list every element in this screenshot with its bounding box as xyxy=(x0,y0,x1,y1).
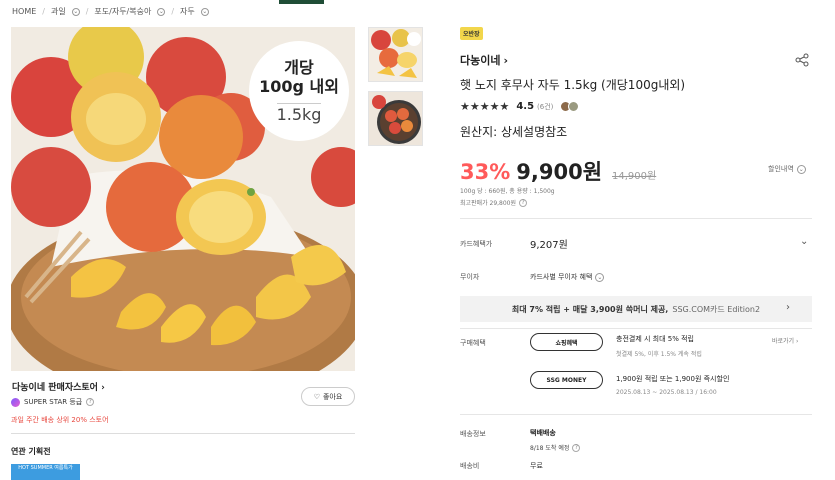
badge-line-2: 100g 내외 xyxy=(259,77,339,96)
chevron-down-icon[interactable]: ⌄ xyxy=(71,7,80,16)
shipping-method: 택배배송 xyxy=(530,429,556,437)
shipping-eta-text: 8/18 도착 예정 xyxy=(530,445,570,452)
shipping-eta: 8/18 도착 예정 ? xyxy=(530,443,581,452)
seller-link[interactable]: 다농이네 › xyxy=(460,52,508,68)
chevron-right-icon[interactable]: › xyxy=(786,302,790,313)
chevron-right-icon: › xyxy=(503,53,509,67)
chevron-down-icon: ⌄ xyxy=(595,272,605,282)
superstar-icon xyxy=(11,397,20,407)
help-icon[interactable]: ? xyxy=(572,443,581,452)
installment-label: 무이자 xyxy=(460,273,480,281)
thumbnail-2[interactable] xyxy=(368,91,423,146)
benefit-sub-text: 2025.08.13 ~ 2025.08.13 / 16:00 xyxy=(616,389,717,396)
breadcrumb-separator: / xyxy=(171,7,175,16)
ssg-money-pill[interactable]: SSG MONEY xyxy=(530,371,603,389)
sale-price: 9,900원 xyxy=(516,160,603,184)
card-benefit-price: 9,207원 xyxy=(530,240,568,251)
purchase-benefit-label: 구매혜택 xyxy=(460,339,486,347)
review-count: (6건) xyxy=(537,102,554,111)
benefit-sub-text: 첫결제 5%, 이후 1.5% 계속 적립 xyxy=(616,351,702,358)
highest-sale-price-label: 최고판매가 29,800원 xyxy=(460,200,517,207)
promo-card-name: SSG.COM카드 Edition2 xyxy=(672,304,761,314)
thumbnail-photo xyxy=(369,92,422,145)
chevron-down-icon[interactable]: ⌄ xyxy=(200,7,209,16)
rating-row[interactable]: ★★★★★ 4.5 (6건) xyxy=(460,100,580,113)
shopping-benefit-pill[interactable]: 쇼핑혜택 xyxy=(530,333,603,351)
breadcrumb-category-1[interactable]: 과일 xyxy=(51,6,66,17)
promo-text: 최대 7% 적립 + 매달 3,900원 쓱머니 제공, xyxy=(511,304,669,314)
store-name-link[interactable]: 다농이네 판매자스토어 › xyxy=(12,380,105,393)
installment-benefit-text: 카드사별 무이자 혜택 xyxy=(530,273,593,281)
benefit-main-text: 충전결제 시 최대 5% 적립 xyxy=(616,335,694,343)
avatar xyxy=(568,101,580,112)
breadcrumb-home[interactable]: HOME xyxy=(12,7,36,16)
breadcrumb-separator: / xyxy=(42,7,45,16)
store-name: 다농이네 판매자스토어 xyxy=(12,383,98,393)
shipping-fee-label: 배송비 xyxy=(460,462,480,470)
help-icon[interactable]: ? xyxy=(519,198,528,207)
divider xyxy=(460,218,812,219)
unit-price: 100g 당 : 660원, 총 용량 : 1,500g xyxy=(460,188,555,195)
highest-sale-price: 최고판매가 29,800원 ? xyxy=(460,198,528,207)
help-icon[interactable]: ? xyxy=(86,398,95,406)
store-grade: SUPER STAR 등급 ? xyxy=(11,397,95,407)
chevron-down-icon[interactable]: ⌄ xyxy=(157,7,166,16)
shipping-fee: 무료 xyxy=(530,462,543,470)
discount-detail-button[interactable]: 할인내역 ⌄ xyxy=(768,164,806,174)
breadcrumb-category-3[interactable]: 자두 xyxy=(180,6,195,17)
origin-info: 원산지: 상세설명참조 xyxy=(460,125,568,139)
divider xyxy=(11,433,355,434)
store-grade-label: SUPER STAR 등급 xyxy=(24,398,83,406)
badge-line-3: 1.5kg xyxy=(276,103,322,124)
product-title: 햇 노지 후무사 자두 1.5kg (개당100g내외) xyxy=(460,78,686,92)
breadcrumb-separator: / xyxy=(85,7,89,16)
card-promo-banner[interactable]: 최대 7% 적립 + 매달 3,900원 쓱머니 제공, SSG.COM카드 E… xyxy=(460,296,812,322)
star-rating-icon: ★★★★★ xyxy=(460,100,510,113)
related-heading: 연관 기획전 xyxy=(11,447,51,456)
shortcut-label: 바로가기 xyxy=(772,338,795,345)
product-main-image[interactable]: 개당 100g 내외 1.5kg xyxy=(11,27,355,371)
chevron-right-icon: › xyxy=(101,383,105,393)
seller-name: 다농이네 xyxy=(460,54,501,67)
share-icon[interactable] xyxy=(795,52,809,67)
like-button[interactable]: ♡ 좋아요 xyxy=(301,387,355,406)
shortcut-link[interactable]: 바로가기 › xyxy=(772,336,798,345)
chevron-right-icon: › xyxy=(796,338,799,345)
benefit-main-text: 1,900원 적립 또는 1,900원 즉시할인 xyxy=(616,375,730,383)
chevron-down-icon: ⌄ xyxy=(796,164,806,174)
thumbnail-1[interactable] xyxy=(368,27,423,82)
price-row: 33% 9,900원 14,900원 xyxy=(460,156,656,186)
breadcrumb: HOME / 과일 ⌄ / 포도/자두/복숭아 ⌄ / 자두 ⌄ xyxy=(12,6,209,17)
chevron-down-icon[interactable]: ⌄ xyxy=(800,236,808,247)
badge-line-1: 개당 xyxy=(284,58,314,77)
like-label: 좋아요 xyxy=(322,392,343,401)
store-rank: 과일 주간 배송 상위 20% 스토어 xyxy=(11,416,109,424)
card-benefit-label: 카드혜택가 xyxy=(460,240,493,248)
rating-score: 4.5 xyxy=(516,101,535,112)
original-price: 14,900원 xyxy=(612,171,657,182)
installment-benefit-button[interactable]: 카드사별 무이자 혜택 ⌄ xyxy=(530,272,605,282)
discount-detail-label: 할인내역 xyxy=(768,165,794,173)
thumbnail-photo xyxy=(369,28,422,81)
divider xyxy=(460,414,812,415)
deal-tag: 오반장 xyxy=(460,27,483,40)
divider xyxy=(460,328,812,329)
shipping-label: 배송정보 xyxy=(460,430,486,438)
breadcrumb-category-2[interactable]: 포도/자두/복숭아 xyxy=(94,6,151,17)
weight-badge: 개당 100g 내외 1.5kg xyxy=(249,41,349,141)
reviewer-avatars xyxy=(560,101,580,112)
heart-icon: ♡ xyxy=(313,392,320,401)
discount-rate: 33% xyxy=(460,160,511,184)
related-event-thumbnail[interactable]: HOT SUMMER 여름특가 xyxy=(11,464,80,480)
top-bar-accent xyxy=(279,0,324,4)
